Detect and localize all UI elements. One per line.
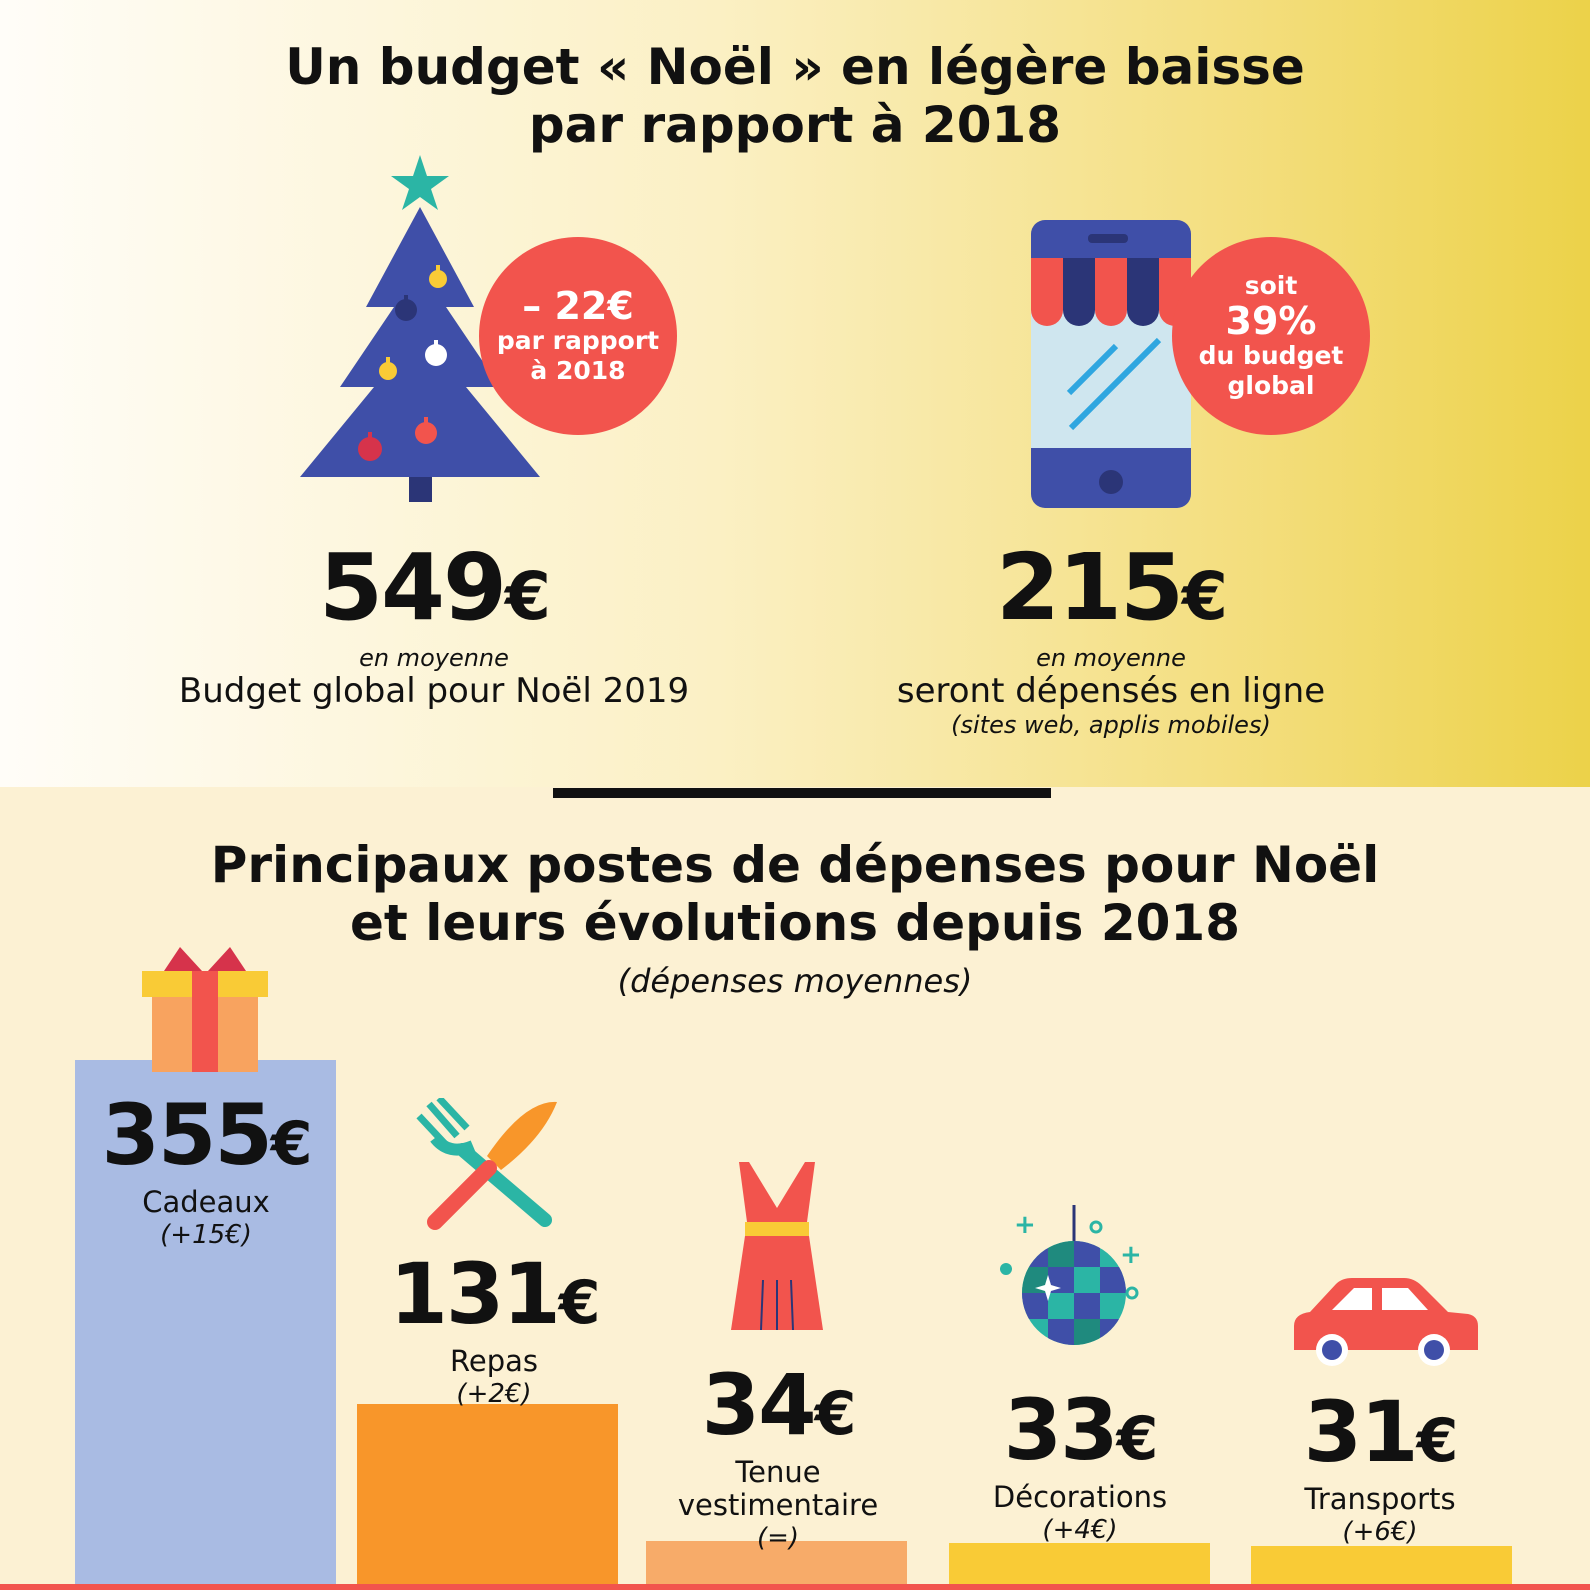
label-repas: 131€ Repas (+2€) <box>344 1252 644 1410</box>
label-decorations-category: Décorations <box>992 1480 1168 1514</box>
stat-online-desc: seront dépensés en ligne <box>896 671 1326 711</box>
label-cadeaux-unit: € <box>270 1109 313 1179</box>
stat-online-note: (sites web, applis mobiles) <box>951 711 1271 739</box>
gift-icon <box>142 947 268 1072</box>
bar-repas <box>357 1404 618 1590</box>
main-title: Un budget « Noël » en légère baisse par … <box>0 38 1590 154</box>
label-cadeaux-value: 355€ <box>56 1093 356 1186</box>
label-repas-value: 131€ <box>344 1252 644 1345</box>
stat-global-desc: Budget global pour Noël 2019 <box>178 671 690 711</box>
label-transports-change: (+6€) <box>1342 1517 1418 1547</box>
label-decorations-value: 33€ <box>930 1388 1230 1481</box>
label-repas-category: Repas <box>450 1344 538 1378</box>
label-repas-unit: € <box>558 1268 601 1338</box>
badge-online-share-line1: du budget <box>1198 341 1344 370</box>
stat-global-unit: € <box>505 558 551 635</box>
label-transports-number: 31 <box>1303 1383 1419 1481</box>
label-tenue-number: 34 <box>701 1356 817 1454</box>
stat-online-number: 215 <box>996 534 1184 641</box>
label-decorations-number: 33 <box>1003 1381 1119 1479</box>
badge-budget-change: – 22€ par rapport à 2018 <box>479 237 677 435</box>
stat-online-value: 215€ <box>801 540 1421 645</box>
badge-online-share-top: soit <box>1244 271 1298 300</box>
svg-text:+: + <box>1014 1210 1036 1240</box>
label-repas-change: (+2€) <box>456 1379 532 1409</box>
bottom-accent-line <box>0 1584 1590 1590</box>
label-transports-value: 31€ <box>1230 1390 1530 1483</box>
label-decorations-change: (+4€) <box>1042 1515 1118 1545</box>
label-tenue-unit: € <box>814 1379 857 1449</box>
badge-budget-change-value: – 22€ <box>522 284 634 328</box>
label-tenue-category-line2: vestimentaire <box>677 1488 879 1522</box>
label-tenue-change: (=) <box>756 1523 800 1553</box>
label-tenue-category-line1: Tenue <box>735 1455 821 1489</box>
label-transports: 31€ Transports (+6€) <box>1230 1390 1530 1548</box>
stat-global-moy: en moyenne <box>359 644 509 672</box>
stat-global-value: 549€ <box>124 540 744 645</box>
badge-budget-change-line1: par rapport <box>496 326 660 355</box>
main-title-line2: par rapport à 2018 <box>528 96 1062 154</box>
badge-online-share-line2: global <box>1227 371 1315 400</box>
label-transports-unit: € <box>1416 1406 1459 1476</box>
label-tenue: 34€ Tenue vestimentaire (=) <box>628 1363 928 1554</box>
cutlery-icon <box>416 1098 557 1230</box>
stat-global-budget: 549€ en moyenne Budget global pour Noël … <box>124 540 744 712</box>
label-decorations: 33€ Décorations (+4€) <box>930 1388 1230 1546</box>
label-cadeaux-category: Cadeaux <box>142 1185 270 1219</box>
disco-ball-icon: + + <box>1000 1205 1142 1345</box>
label-transports-category: Transports <box>1304 1482 1456 1516</box>
main-title-line1: Un budget « Noël » en légère baisse <box>285 38 1305 96</box>
stat-online-unit: € <box>1182 558 1228 635</box>
badge-online-share-value: 39% <box>1225 299 1317 343</box>
section2-title-line2: et leurs évolutions depuis 2018 <box>350 894 1240 952</box>
svg-text:+: + <box>1120 1240 1142 1270</box>
label-tenue-value: 34€ <box>628 1363 928 1456</box>
label-cadeaux: 355€ Cadeaux (+15€) <box>56 1093 356 1251</box>
section2-title: Principaux postes de dépenses pour Noël … <box>0 836 1590 952</box>
dress-icon <box>731 1162 823 1331</box>
stat-online-moy: en moyenne <box>1036 644 1186 672</box>
label-cadeaux-change: (+15€) <box>160 1220 252 1250</box>
section-divider <box>553 788 1051 798</box>
smartphone-shop-icon <box>1031 220 1191 508</box>
car-icon <box>1294 1278 1478 1366</box>
badge-online-share: soit 39% du budget global <box>1172 237 1370 435</box>
label-repas-number: 131 <box>389 1245 560 1343</box>
section2-title-line1: Principaux postes de dépenses pour Noël <box>210 836 1380 894</box>
stat-online-budget: 215€ en moyenne seront dépensés en ligne… <box>801 540 1421 740</box>
label-decorations-unit: € <box>1116 1404 1159 1474</box>
stat-global-number: 549 <box>319 534 507 641</box>
bar-decorations <box>949 1543 1210 1590</box>
badge-budget-change-line2: à 2018 <box>530 356 626 385</box>
label-cadeaux-number: 355 <box>101 1086 272 1184</box>
